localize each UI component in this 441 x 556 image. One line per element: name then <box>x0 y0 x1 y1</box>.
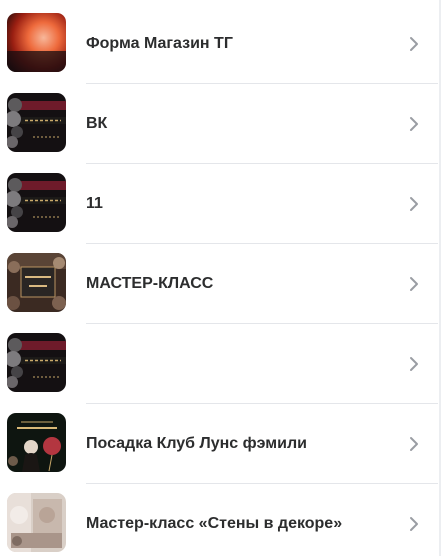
chevron-right-icon <box>410 117 418 131</box>
list-item[interactable]: 11 <box>0 164 438 244</box>
chevron-right-icon <box>410 37 418 51</box>
chevron-right-icon <box>410 197 418 211</box>
chevron-right-icon <box>410 277 418 291</box>
list-item[interactable]: МАСТЕР-КЛАСС <box>0 244 438 324</box>
list-item-label: Посадка Клуб Лунс фэмили <box>86 435 307 452</box>
forms-list-panel: Форма Магазин ТГ ВК 11 МАСТЕР-КЛАСС Поса… <box>0 0 441 556</box>
list-item[interactable]: ВК <box>0 84 438 164</box>
chevron-right-icon <box>410 517 418 531</box>
list-item-label: МАСТЕР-КЛАСС <box>86 275 214 292</box>
list-item-label: 11 <box>86 195 103 212</box>
list-item[interactable]: Посадка Клуб Лунс фэмили <box>0 404 438 484</box>
list-item-label: ВК <box>86 115 108 132</box>
wall-decor-cover-icon <box>7 493 66 552</box>
box-cover-icon <box>7 253 66 312</box>
list-item[interactable]: Мастер-класс «Стены в декоре» <box>0 484 438 556</box>
list-item[interactable] <box>0 324 438 404</box>
balloons-banner-icon <box>7 173 66 232</box>
lunce-family-cover-icon <box>7 413 66 472</box>
list-item-label: Форма Магазин ТГ <box>86 35 233 52</box>
chevron-right-icon <box>410 437 418 451</box>
balloons-banner-icon <box>7 333 66 392</box>
balloons-banner-icon <box>7 93 66 152</box>
list-item[interactable]: Форма Магазин ТГ <box>0 4 438 84</box>
gradient-cover-icon <box>7 13 66 72</box>
list-item-label: Мастер-класс «Стены в декоре» <box>86 515 343 532</box>
forms-list: Форма Магазин ТГ ВК 11 МАСТЕР-КЛАСС Поса… <box>0 4 438 556</box>
chevron-right-icon <box>410 357 418 371</box>
